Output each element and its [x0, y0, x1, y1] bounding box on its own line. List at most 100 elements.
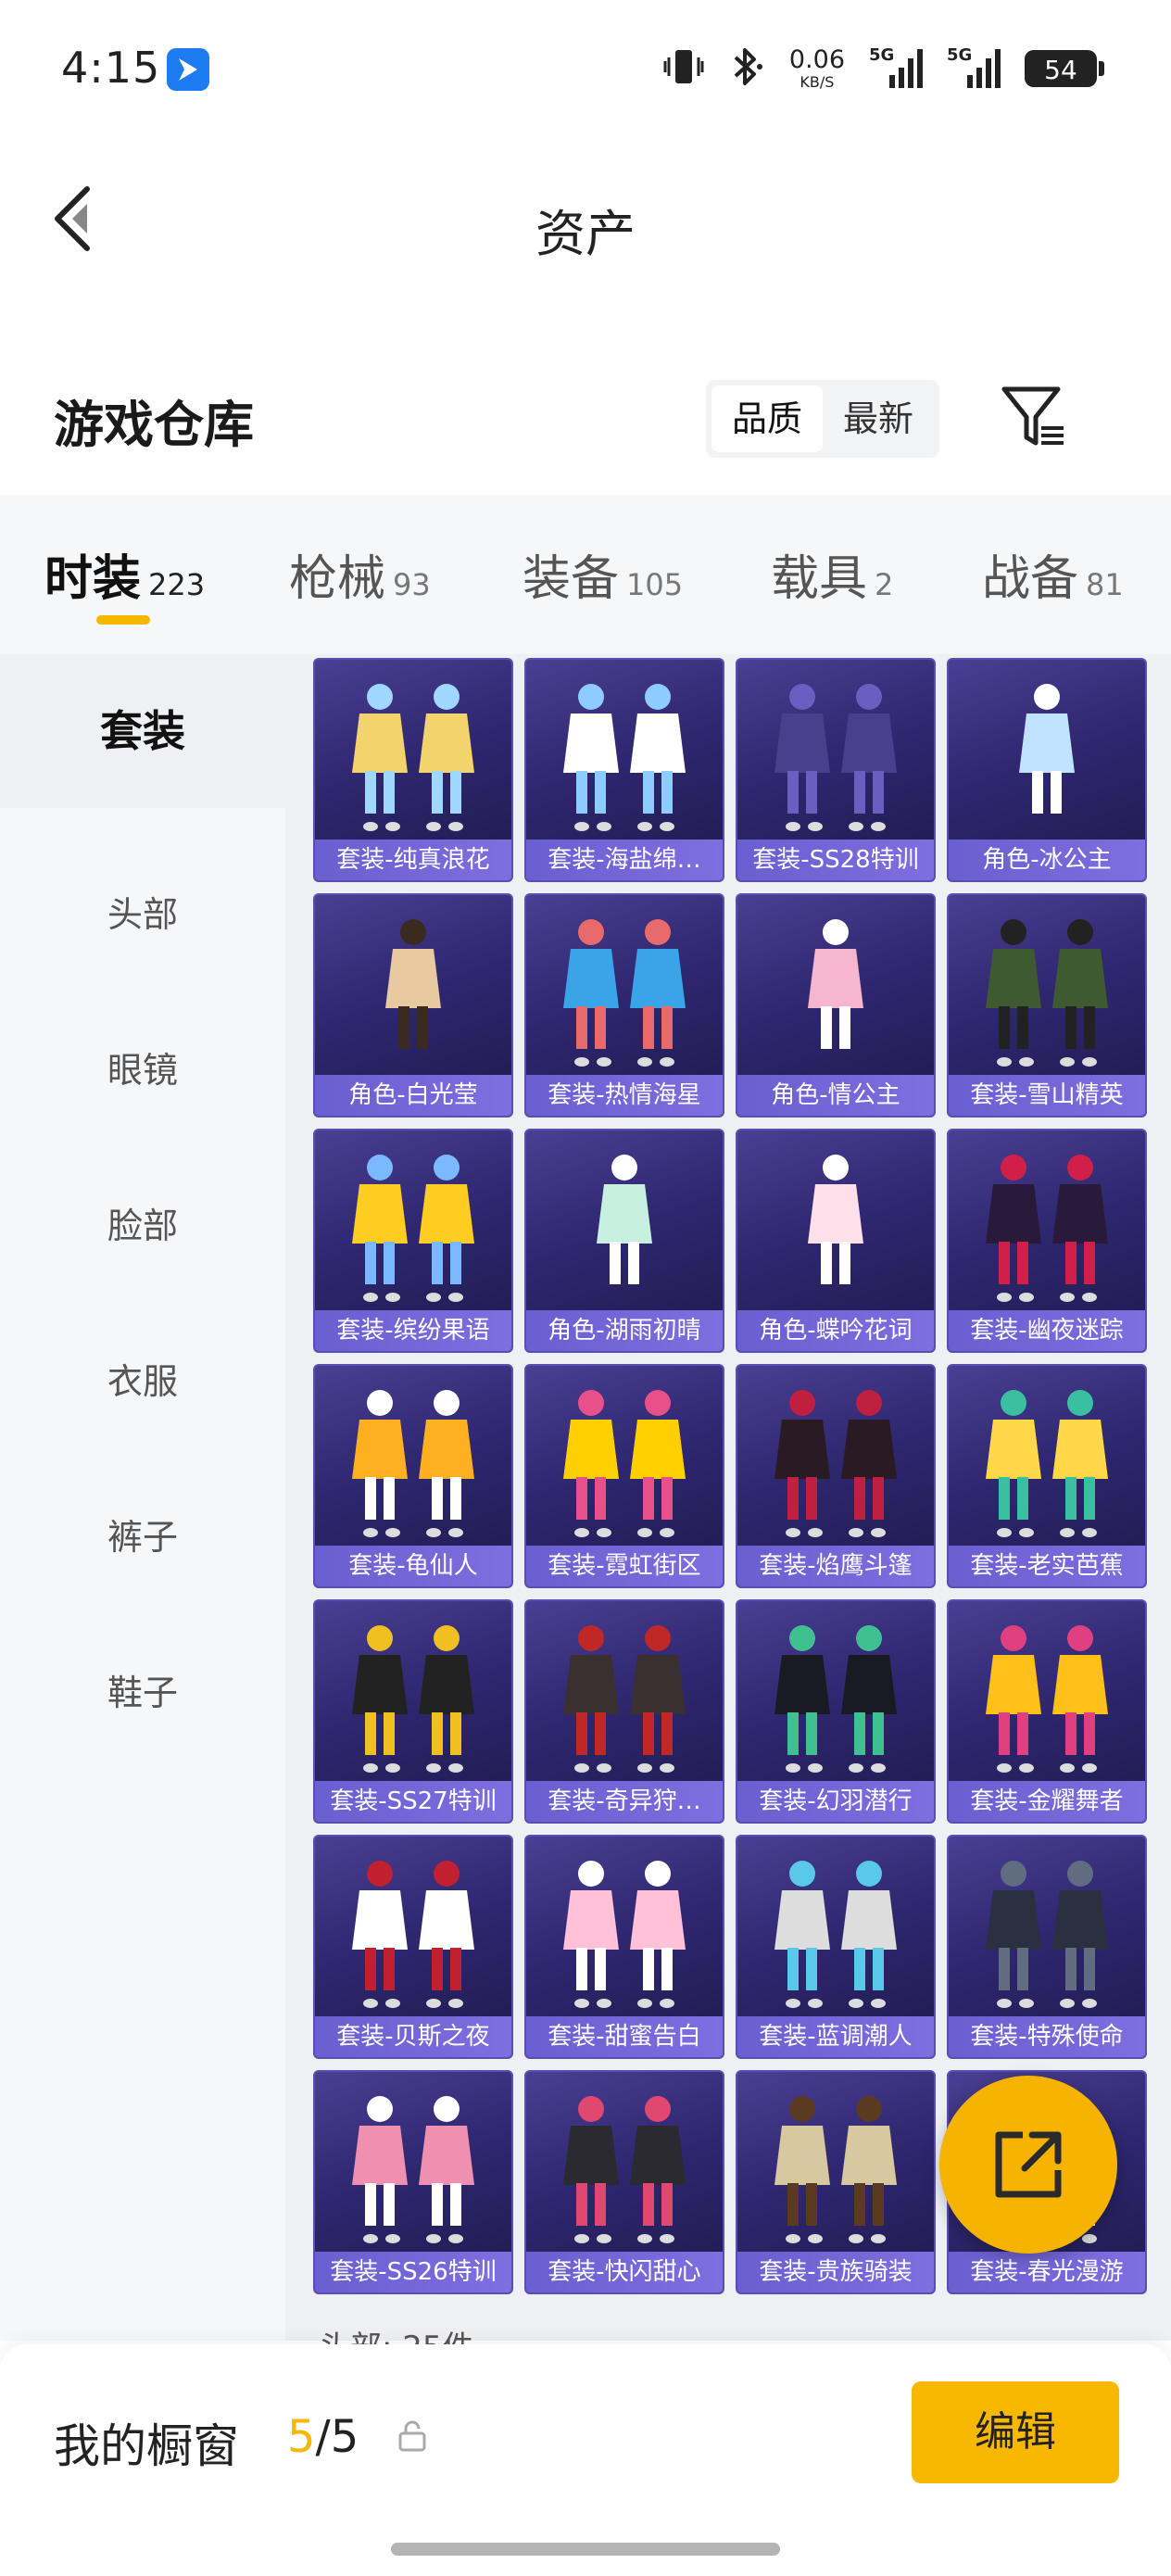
item-card[interactable]: 套装-特殊使命 [947, 1835, 1147, 2059]
item-card[interactable]: 角色-冰公主 [947, 658, 1147, 882]
item-thumbnail [563, 2096, 686, 2243]
item-card[interactable]: 套装-SS26特训 [313, 2070, 513, 2294]
bottom-bar: 我的橱窗 5/5 编辑 [0, 2344, 1171, 2576]
item-card[interactable]: 角色-情公主 [736, 893, 936, 1118]
side-item-pants[interactable]: 裤子 [0, 1509, 285, 1559]
item-card[interactable]: 套装-甜蜜告白 [524, 1835, 724, 2059]
sort-quality-button[interactable]: 品质 [711, 385, 824, 452]
item-name: 套装-缤纷果语 [315, 1310, 511, 1351]
item-card[interactable]: 角色-白光莹 [313, 893, 513, 1118]
item-card[interactable]: 套装-缤纷果语 [313, 1129, 513, 1353]
tab-count: 105 [626, 567, 684, 602]
tab-label: 装备 [523, 551, 620, 607]
filter-button[interactable] [999, 382, 1069, 452]
signal-5g-icon: 5G [869, 45, 923, 92]
vibrate-icon [663, 46, 704, 91]
lock-icon [397, 2420, 428, 2456]
tab-supplies[interactable]: 战备 81 [982, 539, 1124, 609]
share-button[interactable] [939, 2076, 1117, 2254]
tab-count: 81 [1086, 567, 1124, 602]
status-time: 4:15 [61, 43, 161, 93]
item-card[interactable]: 套装-SS27特训 [313, 1599, 513, 1824]
tab-count: 93 [393, 567, 431, 602]
tab-label: 载具 [771, 551, 868, 607]
edit-button[interactable]: 编辑 [912, 2381, 1119, 2483]
item-thumbnail [986, 1390, 1108, 1537]
item-name: 角色-蝶吟花词 [737, 1310, 934, 1351]
tab-fashion[interactable]: 时装 223 [44, 539, 205, 609]
item-thumbnail [563, 1390, 686, 1537]
tab-vehicles[interactable]: 载具 2 [771, 539, 893, 609]
item-card[interactable]: 套装-霓虹街区 [524, 1364, 724, 1588]
item-card[interactable]: 套装-贵族骑装 [736, 2070, 936, 2294]
item-card[interactable]: 套装-海盐绵… [524, 658, 724, 882]
item-name: 套装-SS26特训 [315, 2252, 511, 2292]
item-card[interactable]: 套装-焰鹰斗篷 [736, 1364, 936, 1588]
side-item-clothes[interactable]: 衣服 [0, 1353, 285, 1404]
item-thumbnail [1019, 684, 1075, 814]
item-name: 角色-冰公主 [949, 840, 1145, 880]
item-name: 套装-雪山精英 [949, 1075, 1145, 1116]
item-name: 套装-蓝调潮人 [737, 2016, 934, 2057]
side-item-glasses[interactable]: 眼镜 [0, 1042, 285, 1092]
item-name: 套装-海盐绵… [526, 840, 723, 880]
side-item-suit[interactable]: 套装 [0, 654, 285, 808]
item-name: 套装-SS27特训 [315, 1781, 511, 1822]
item-card[interactable]: 套装-幽夜迷踪 [947, 1129, 1147, 1353]
item-card[interactable]: 套装-龟仙人 [313, 1364, 513, 1588]
item-card[interactable]: 套装-纯真浪花 [313, 658, 513, 882]
side-item-face[interactable]: 脸部 [0, 1197, 285, 1248]
net-speed: 0.06 KB/S [789, 47, 845, 90]
item-card[interactable]: 套装-幻羽潜行 [736, 1599, 936, 1824]
category-tabs: 时装 223 枪械 93 装备 105 载具 2 战备 81 [0, 495, 1171, 654]
item-card[interactable]: 套装-雪山精英 [947, 893, 1147, 1118]
showcase-count: 5/5 [287, 2411, 359, 2463]
item-name: 套装-热情海星 [526, 1075, 723, 1116]
item-name: 套装-甜蜜告白 [526, 2016, 723, 2057]
tab-label: 枪械 [289, 551, 386, 607]
tab-count: 223 [148, 567, 206, 602]
status-icons: 0.06 KB/S 5G 5G 54 [663, 41, 1104, 96]
net-speed-value: 0.06 [788, 45, 845, 74]
item-card[interactable]: 套装-热情海星 [524, 893, 724, 1118]
item-thumbnail [986, 1625, 1108, 1773]
item-name: 套装-龟仙人 [315, 1546, 511, 1586]
side-item-shoes[interactable]: 鞋子 [0, 1664, 285, 1715]
item-name: 角色-湖雨初晴 [526, 1310, 723, 1351]
item-thumbnail [563, 1861, 686, 2008]
tab-guns[interactable]: 枪械 93 [289, 539, 431, 609]
side-item-head[interactable]: 头部 [0, 886, 285, 937]
tab-label: 时装 [44, 551, 142, 607]
item-card[interactable]: 套装-奇异狩… [524, 1599, 724, 1824]
item-thumbnail [774, 1625, 897, 1773]
item-name: 套装-金耀舞者 [949, 1781, 1145, 1822]
item-card[interactable]: 套装-贝斯之夜 [313, 1835, 513, 2059]
side-menu: 套装 头部 眼镜 脸部 衣服 裤子 鞋子 [0, 654, 285, 2341]
sort-newest-button[interactable]: 最新 [823, 385, 934, 452]
tab-label: 战备 [982, 551, 1079, 607]
item-card[interactable]: 套装-SS28特训 [736, 658, 936, 882]
item-thumbnail [986, 919, 1108, 1067]
battery-percent: 54 [1044, 55, 1077, 85]
item-thumbnail [597, 1155, 652, 1284]
item-thumbnail [774, 1390, 897, 1537]
bluetooth-icon [728, 46, 765, 91]
item-thumbnail [563, 1625, 686, 1773]
battery-icon: 54 [1025, 50, 1104, 87]
item-name: 套装-特殊使命 [949, 2016, 1145, 2057]
item-name: 套装-贝斯之夜 [315, 2016, 511, 2057]
tab-equipment[interactable]: 装备 105 [523, 539, 683, 609]
item-card[interactable]: 角色-湖雨初晴 [524, 1129, 724, 1353]
item-card[interactable]: 套装-蓝调潮人 [736, 1835, 936, 2059]
tab-count: 2 [875, 567, 894, 602]
showcase-separator: / [315, 2411, 331, 2463]
item-card[interactable]: 套装-老实芭蕉 [947, 1364, 1147, 1588]
item-name: 套装-贵族骑装 [737, 2252, 934, 2292]
showcase-current: 5 [287, 2411, 316, 2463]
showcase-label: 我的橱窗 [54, 2419, 239, 2473]
item-card[interactable]: 套装-快闪甜心 [524, 2070, 724, 2294]
item-thumbnail [808, 1155, 863, 1284]
item-name: 套装-快闪甜心 [526, 2252, 723, 2292]
item-card[interactable]: 套装-金耀舞者 [947, 1599, 1147, 1824]
item-card[interactable]: 角色-蝶吟花词 [736, 1129, 936, 1353]
